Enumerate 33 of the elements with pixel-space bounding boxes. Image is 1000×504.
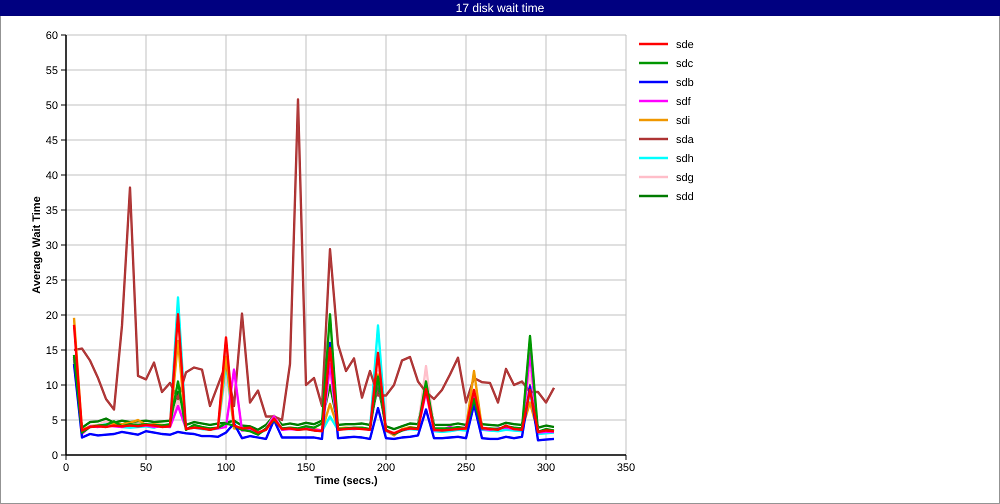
y-tick-label: 55 (46, 65, 58, 77)
x-tick-label: 100 (216, 462, 236, 474)
window-title: 17 disk wait time (0, 0, 1000, 16)
y-tick-label: 5 (52, 415, 58, 427)
legend-label: sdg (676, 172, 694, 184)
x-tick-label: 150 (296, 462, 316, 474)
y-tick-label: 25 (46, 275, 58, 287)
legend-label: sda (676, 134, 694, 146)
y-axis-label: Average Wait Time (31, 196, 43, 294)
x-axis-label: Time (secs.) (314, 475, 378, 487)
y-tick-label: 60 (46, 30, 58, 42)
legend-label: sdf (676, 96, 691, 108)
x-tick-label: 250 (456, 462, 476, 474)
x-tick-label: 50 (140, 462, 152, 474)
legend-label: sdc (676, 58, 694, 70)
y-tick-label: 0 (52, 450, 58, 462)
y-tick-label: 30 (46, 240, 58, 252)
y-tick-label: 50 (46, 100, 58, 112)
y-tick-label: 35 (46, 205, 58, 217)
x-tick-label: 300 (536, 462, 556, 474)
x-tick-label: 200 (376, 462, 396, 474)
y-tick-label: 45 (46, 135, 58, 147)
legend-label: sdi (676, 115, 690, 127)
x-tick-label: 350 (616, 462, 636, 474)
legend-label: sde (676, 39, 694, 51)
x-tick-label: 0 (62, 462, 70, 474)
y-tick-label: 20 (46, 310, 58, 322)
y-tick-label: 10 (46, 380, 58, 392)
legend-label: sdh (676, 153, 694, 165)
y-tick-label: 40 (46, 170, 58, 182)
legend-label: sdd (676, 191, 694, 203)
legend-label: sdb (676, 77, 694, 89)
y-tick-label: 15 (46, 345, 58, 357)
